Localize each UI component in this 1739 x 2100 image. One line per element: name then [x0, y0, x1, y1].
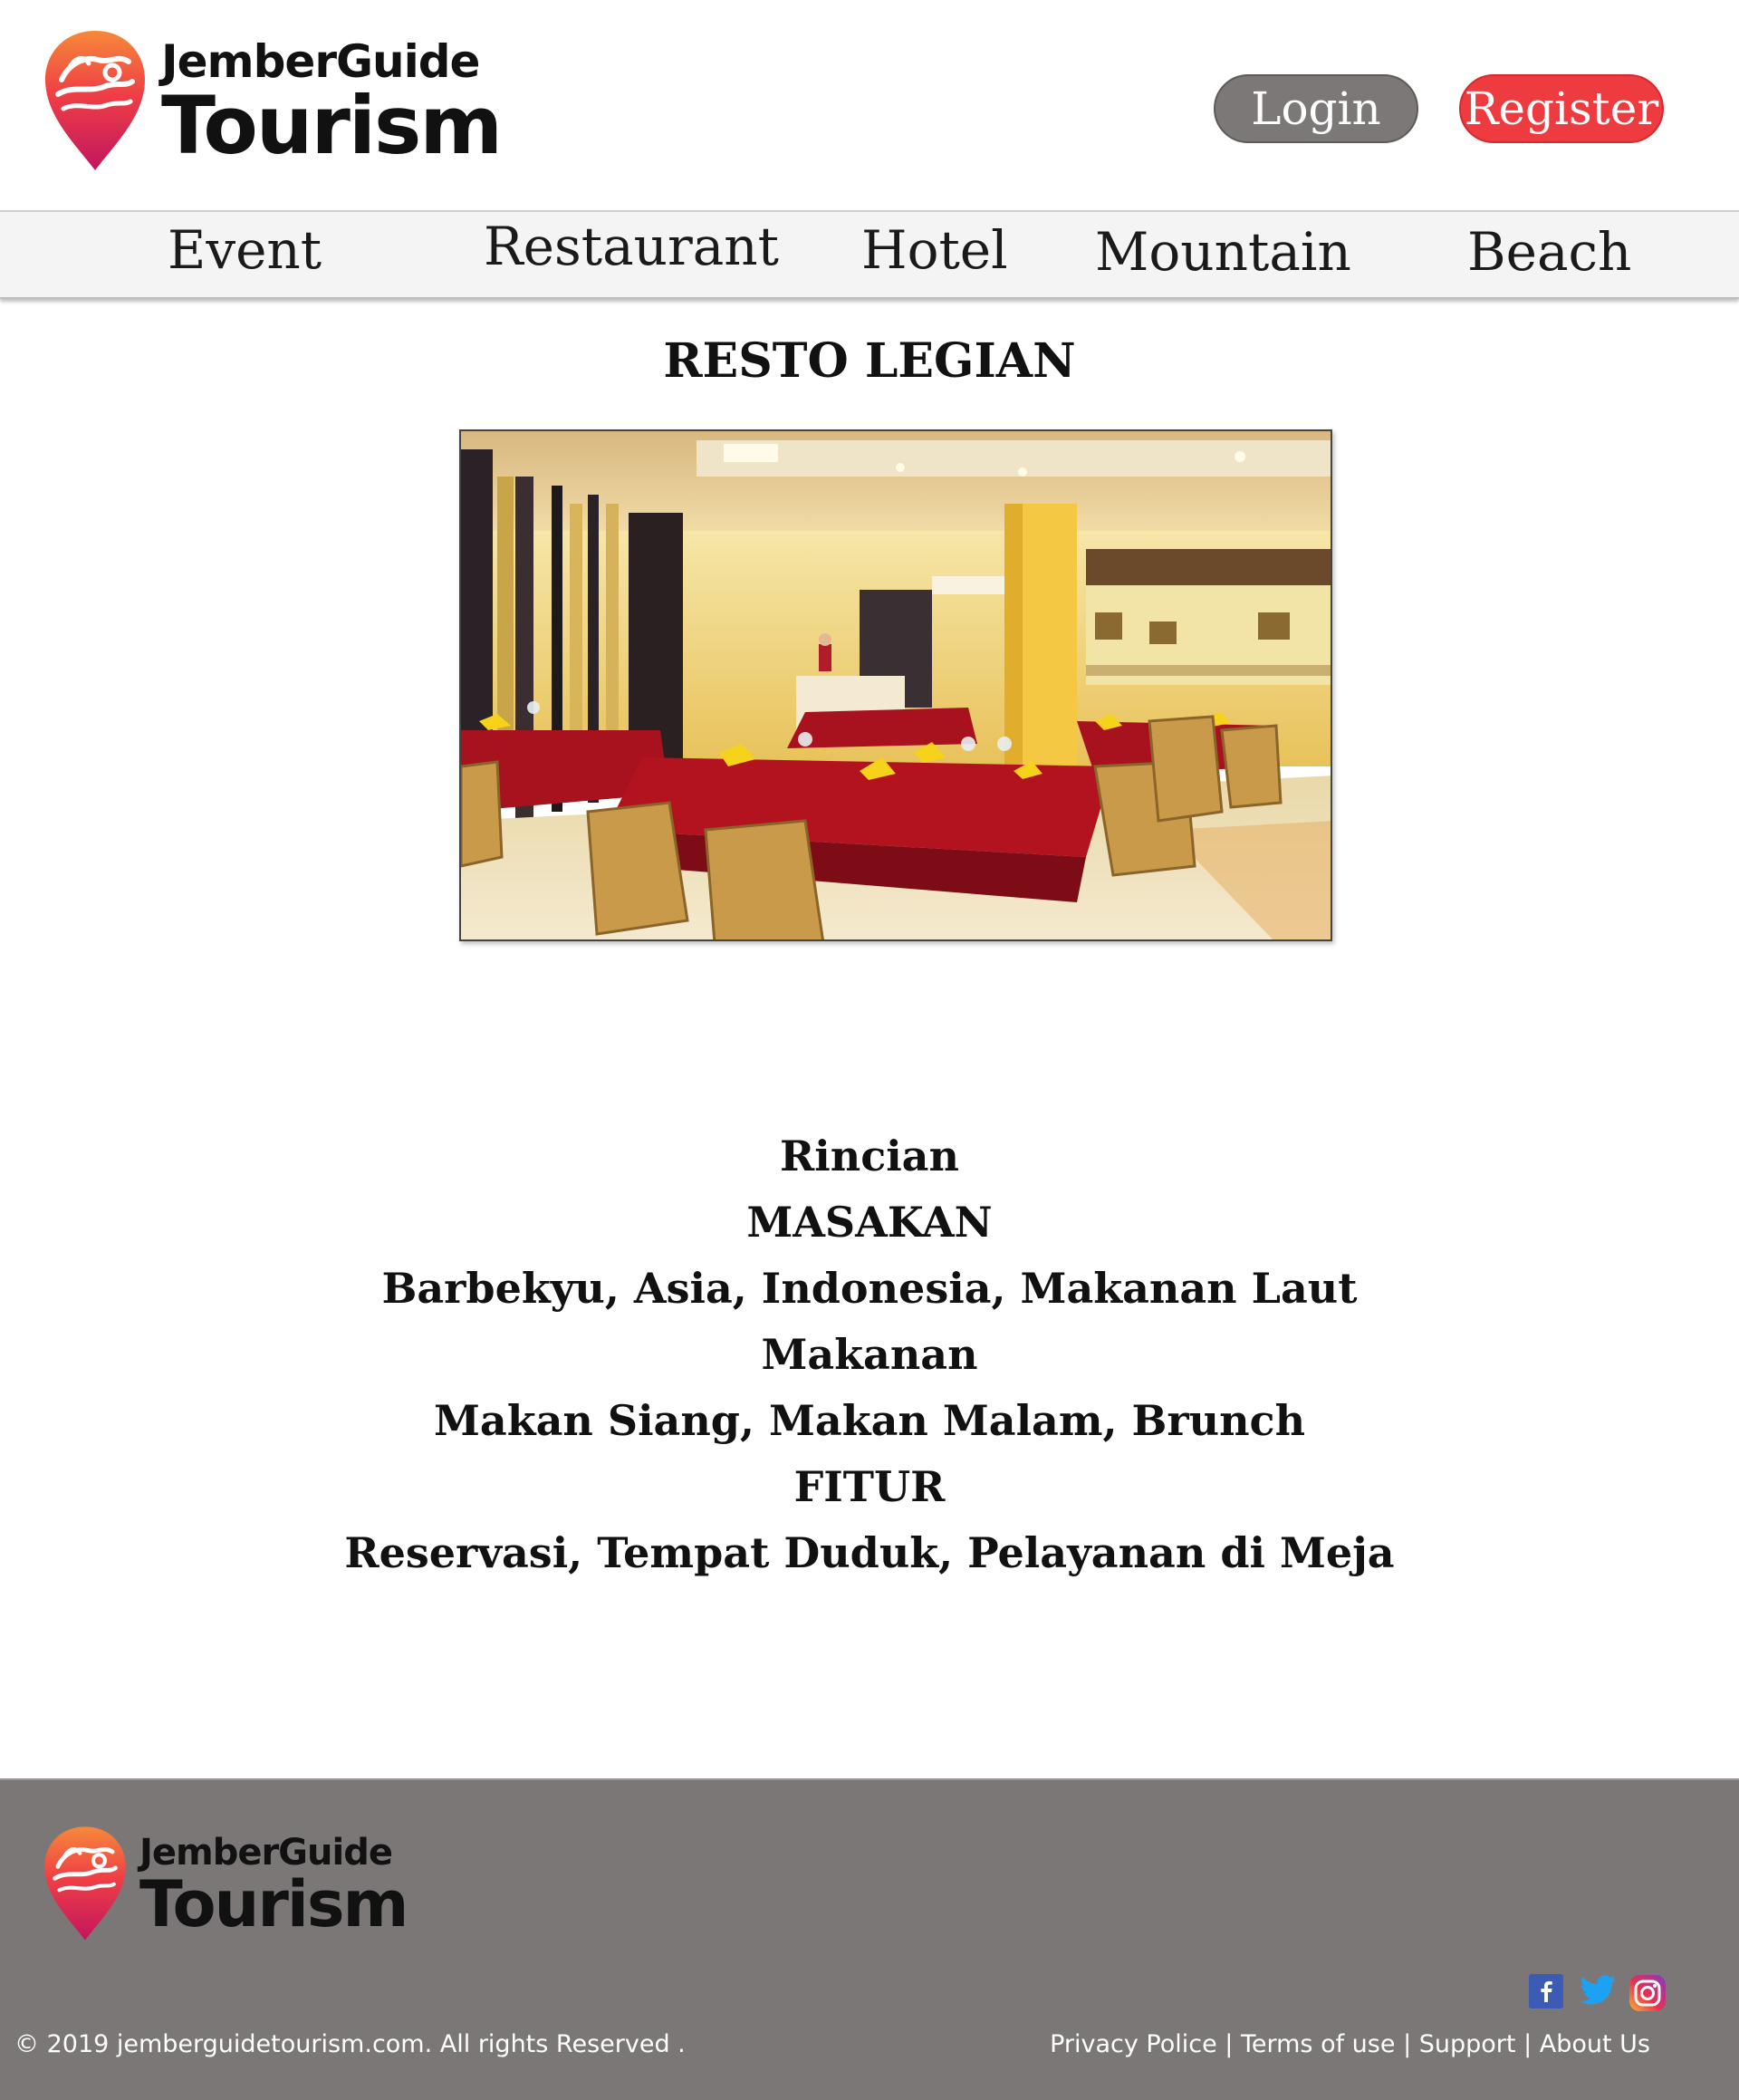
- terms-of-use-link[interactable]: Terms of use: [1241, 2030, 1396, 2058]
- about-us-link[interactable]: About Us: [1540, 2030, 1650, 2058]
- brand-wordmark: JemberGuide Tourism: [161, 35, 503, 172]
- features-value: Reservasi, Tempat Duduk, Pelayanan di Me…: [344, 1528, 1395, 1577]
- footer-brand-logo[interactable]: JemberGuide Tourism: [42, 1824, 408, 1947]
- restaurant-photo: [459, 429, 1332, 941]
- cuisine-value: Barbekyu, Asia, Indonesia, Makanan Laut: [381, 1264, 1358, 1313]
- brand-line2: Tourism: [161, 79, 503, 172]
- privacy-policy-link[interactable]: Privacy Police: [1050, 2030, 1217, 2058]
- brand-logo[interactable]: JemberGuide Tourism: [42, 27, 503, 178]
- footer-links: Privacy Police | Terms of use | Support …: [1050, 2030, 1650, 2058]
- register-button[interactable]: Register: [1459, 74, 1664, 143]
- facebook-icon[interactable]: [1529, 1974, 1563, 2008]
- page-title: RESTO LEGIAN: [663, 333, 1076, 389]
- copyright-text: © 2019 jemberguidetourism.com. All right…: [14, 2030, 686, 2058]
- restaurant-details: Rincian MASAKAN Barbekyu, Asia, Indonesi…: [0, 1123, 1739, 1586]
- nav-item-beach[interactable]: Beach: [1467, 221, 1631, 283]
- twitter-icon[interactable]: [1580, 1974, 1617, 2007]
- site-header: JemberGuide Tourism Login Register: [0, 0, 1739, 210]
- footer-brand-line2: Tourism: [139, 1867, 408, 1941]
- details-heading: Rincian: [780, 1132, 959, 1180]
- support-link[interactable]: Support: [1419, 2030, 1516, 2058]
- footer-link-separator: |: [1515, 2030, 1540, 2058]
- main-nav: Event Restaurant Hotel Mountain Beach: [0, 210, 1739, 299]
- login-button[interactable]: Login: [1214, 74, 1418, 143]
- footer-link-separator: |: [1395, 2030, 1419, 2058]
- map-pin-logo-icon: [42, 1824, 129, 1947]
- meals-label: Makanan: [761, 1330, 978, 1379]
- footer-link-separator: |: [1216, 2030, 1241, 2058]
- brand-line1: JemberGuide: [161, 35, 480, 88]
- footer-brand-line1: JemberGuide: [139, 1832, 393, 1874]
- meals-value: Makan Siang, Makan Malam, Brunch: [433, 1396, 1306, 1445]
- site-footer: JemberGuide Tourism © 2019 jemberguideto…: [0, 1778, 1739, 2100]
- instagram-icon[interactable]: [1629, 1974, 1667, 2012]
- footer-brand-wordmark: JemberGuide Tourism: [139, 1835, 408, 1936]
- map-pin-logo-icon: [42, 27, 149, 178]
- features-label: FITUR: [793, 1462, 946, 1511]
- nav-item-mountain[interactable]: Mountain: [1095, 221, 1351, 283]
- nav-item-hotel[interactable]: Hotel: [861, 219, 1008, 281]
- nav-item-event[interactable]: Event: [168, 219, 322, 281]
- cuisine-label: MASAKAN: [746, 1198, 993, 1247]
- nav-item-restaurant[interactable]: Restaurant: [484, 216, 779, 277]
